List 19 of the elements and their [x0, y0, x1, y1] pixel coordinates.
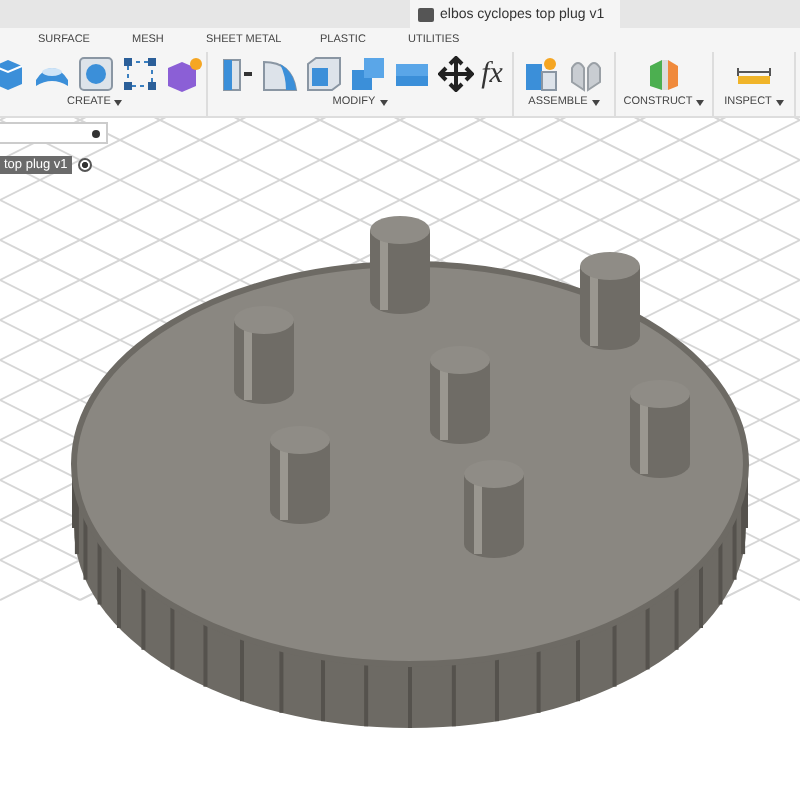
caret-icon: [696, 99, 705, 105]
caret-icon: [114, 99, 123, 105]
cube-icon[interactable]: [165, 56, 201, 92]
formula-icon[interactable]: fx: [481, 57, 503, 91]
sphere-box-icon[interactable]: [77, 56, 113, 92]
planes-icon[interactable]: [568, 56, 604, 92]
planes-icon[interactable]: [646, 56, 682, 92]
visibility-icon[interactable]: [77, 158, 92, 172]
shell-icon[interactable]: [305, 56, 342, 92]
browser-field[interactable]: [0, 122, 108, 144]
dot-icon: [92, 129, 100, 137]
caret-icon: [591, 99, 600, 105]
panel-icon[interactable]: [217, 56, 254, 92]
nodes-icon[interactable]: [121, 56, 157, 92]
blocks-icon[interactable]: [349, 56, 386, 92]
caret-icon: [379, 99, 388, 105]
move-icon[interactable]: [437, 56, 474, 92]
caret-icon: [775, 99, 784, 105]
joint-icon[interactable]: [524, 56, 560, 92]
